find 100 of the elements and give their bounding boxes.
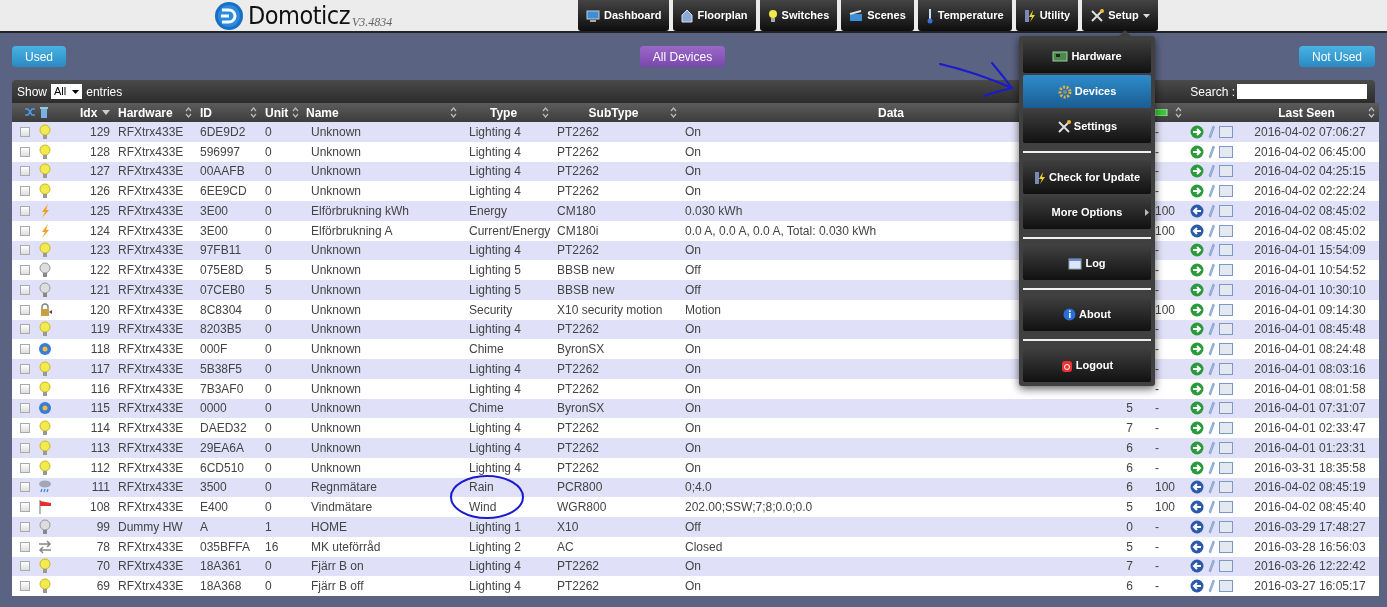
arrow-right-icon[interactable]	[1190, 440, 1204, 455]
row-checkbox[interactable]	[20, 403, 30, 414]
entries-select[interactable]: All	[51, 84, 83, 99]
pencil-icon[interactable]	[1208, 282, 1215, 297]
window-icon[interactable]	[1219, 125, 1233, 138]
filter-button[interactable]: All Devices	[639, 46, 726, 67]
row-checkbox[interactable]	[20, 166, 30, 177]
sort-icon[interactable]	[292, 107, 300, 118]
window-icon[interactable]	[1219, 362, 1233, 375]
window-icon[interactable]	[1219, 461, 1233, 474]
menu-item[interactable]: Logout	[1023, 349, 1151, 382]
pencil-icon[interactable]	[1208, 401, 1215, 416]
arrow-left-icon[interactable]	[1190, 519, 1204, 534]
window-icon[interactable]	[1219, 501, 1233, 514]
row-checkbox[interactable]	[20, 482, 30, 493]
window-icon[interactable]	[1219, 323, 1233, 336]
arrow-left-icon[interactable]	[1190, 579, 1204, 594]
window-icon[interactable]	[1219, 382, 1233, 395]
window-icon[interactable]	[1219, 264, 1233, 277]
window-icon[interactable]	[1219, 224, 1233, 237]
window-icon[interactable]	[1219, 244, 1233, 257]
window-icon[interactable]	[1219, 283, 1233, 296]
sort-icon[interactable]	[250, 107, 257, 118]
arrow-right-icon[interactable]	[1190, 381, 1204, 396]
row-checkbox[interactable]	[20, 383, 30, 394]
menu-item[interactable]: Devices	[1023, 75, 1151, 108]
window-icon[interactable]	[1219, 303, 1233, 316]
pencil-icon[interactable]	[1208, 361, 1215, 376]
arrow-left-icon[interactable]	[1190, 480, 1204, 495]
menu-item[interactable]: Check for Update	[1023, 161, 1151, 194]
arrow-left-icon[interactable]	[1190, 500, 1204, 515]
row-checkbox[interactable]	[20, 541, 30, 552]
nav-tab[interactable]: Switches	[759, 0, 838, 31]
row-checkbox[interactable]	[20, 581, 30, 592]
row-checkbox[interactable]	[20, 245, 30, 256]
menu-item[interactable]: Hardware	[1023, 40, 1151, 73]
arrow-left-icon[interactable]	[1190, 203, 1204, 218]
arrow-right-icon[interactable]	[1190, 302, 1204, 317]
row-checkbox[interactable]	[20, 225, 30, 236]
window-icon[interactable]	[1219, 422, 1233, 435]
row-checkbox[interactable]	[20, 205, 30, 216]
sort-descending-icon[interactable]	[102, 109, 110, 116]
window-icon[interactable]	[1219, 481, 1233, 494]
arrow-right-icon[interactable]	[1190, 124, 1204, 139]
arrow-left-icon[interactable]	[1190, 559, 1204, 574]
window-icon[interactable]	[1219, 441, 1233, 454]
window-icon[interactable]	[1219, 402, 1233, 415]
arrow-right-icon[interactable]	[1190, 342, 1204, 357]
menu-item[interactable]: Settings	[1023, 110, 1151, 143]
arrow-right-icon[interactable]	[1190, 164, 1204, 179]
row-checkbox[interactable]	[20, 442, 30, 453]
row-checkbox[interactable]	[20, 423, 30, 434]
pencil-icon[interactable]	[1208, 243, 1215, 258]
nav-tab[interactable]: Floorplan	[673, 0, 756, 31]
window-icon[interactable]	[1219, 560, 1233, 573]
pencil-icon[interactable]	[1208, 263, 1215, 278]
row-checkbox[interactable]	[20, 324, 30, 335]
window-icon[interactable]	[1219, 540, 1233, 553]
window-icon[interactable]	[1219, 520, 1233, 533]
row-checkbox[interactable]	[20, 363, 30, 374]
pencil-icon[interactable]	[1208, 440, 1215, 455]
arrow-right-icon[interactable]	[1190, 322, 1204, 337]
row-checkbox[interactable]	[20, 561, 30, 572]
arrow-left-icon[interactable]	[1190, 223, 1204, 238]
arrow-right-icon[interactable]	[1190, 282, 1204, 297]
nav-tab[interactable]: Scenes	[841, 0, 914, 31]
sort-icon[interactable]	[542, 107, 549, 118]
row-checkbox[interactable]	[20, 521, 30, 532]
menu-item[interactable]: More Options	[1023, 196, 1151, 229]
arrow-right-icon[interactable]	[1190, 184, 1204, 199]
row-checkbox[interactable]	[20, 146, 30, 157]
sort-icon[interactable]	[1175, 107, 1182, 118]
row-checkbox[interactable]	[20, 502, 30, 513]
nav-tab[interactable]: Dashboard	[578, 0, 670, 31]
arrow-right-icon[interactable]	[1190, 263, 1204, 278]
pencil-icon[interactable]	[1208, 421, 1215, 436]
sort-icon[interactable]	[185, 107, 192, 118]
shuffle-icon[interactable]	[24, 107, 36, 117]
row-checkbox[interactable]	[20, 344, 30, 355]
window-icon[interactable]	[1219, 165, 1233, 178]
arrow-right-icon[interactable]	[1190, 401, 1204, 416]
pencil-icon[interactable]	[1208, 164, 1215, 179]
arrow-right-icon[interactable]	[1190, 361, 1204, 376]
pencil-icon[interactable]	[1208, 144, 1215, 159]
window-icon[interactable]	[1219, 343, 1233, 356]
arrow-right-icon[interactable]	[1190, 421, 1204, 436]
sort-icon[interactable]	[670, 107, 677, 118]
pencil-icon[interactable]	[1208, 381, 1215, 396]
pencil-icon[interactable]	[1208, 342, 1215, 357]
window-icon[interactable]	[1219, 185, 1233, 198]
window-icon[interactable]	[1219, 145, 1233, 158]
menu-item[interactable]: About	[1023, 298, 1151, 331]
sort-icon[interactable]	[450, 107, 457, 118]
window-icon[interactable]	[1219, 580, 1233, 593]
arrow-right-icon[interactable]	[1190, 144, 1204, 159]
menu-item[interactable]: Log	[1023, 247, 1151, 280]
row-checkbox[interactable]	[20, 126, 30, 137]
window-icon[interactable]	[1219, 204, 1233, 217]
trash-icon[interactable]	[40, 107, 48, 118]
search-field[interactable]	[1237, 84, 1367, 99]
